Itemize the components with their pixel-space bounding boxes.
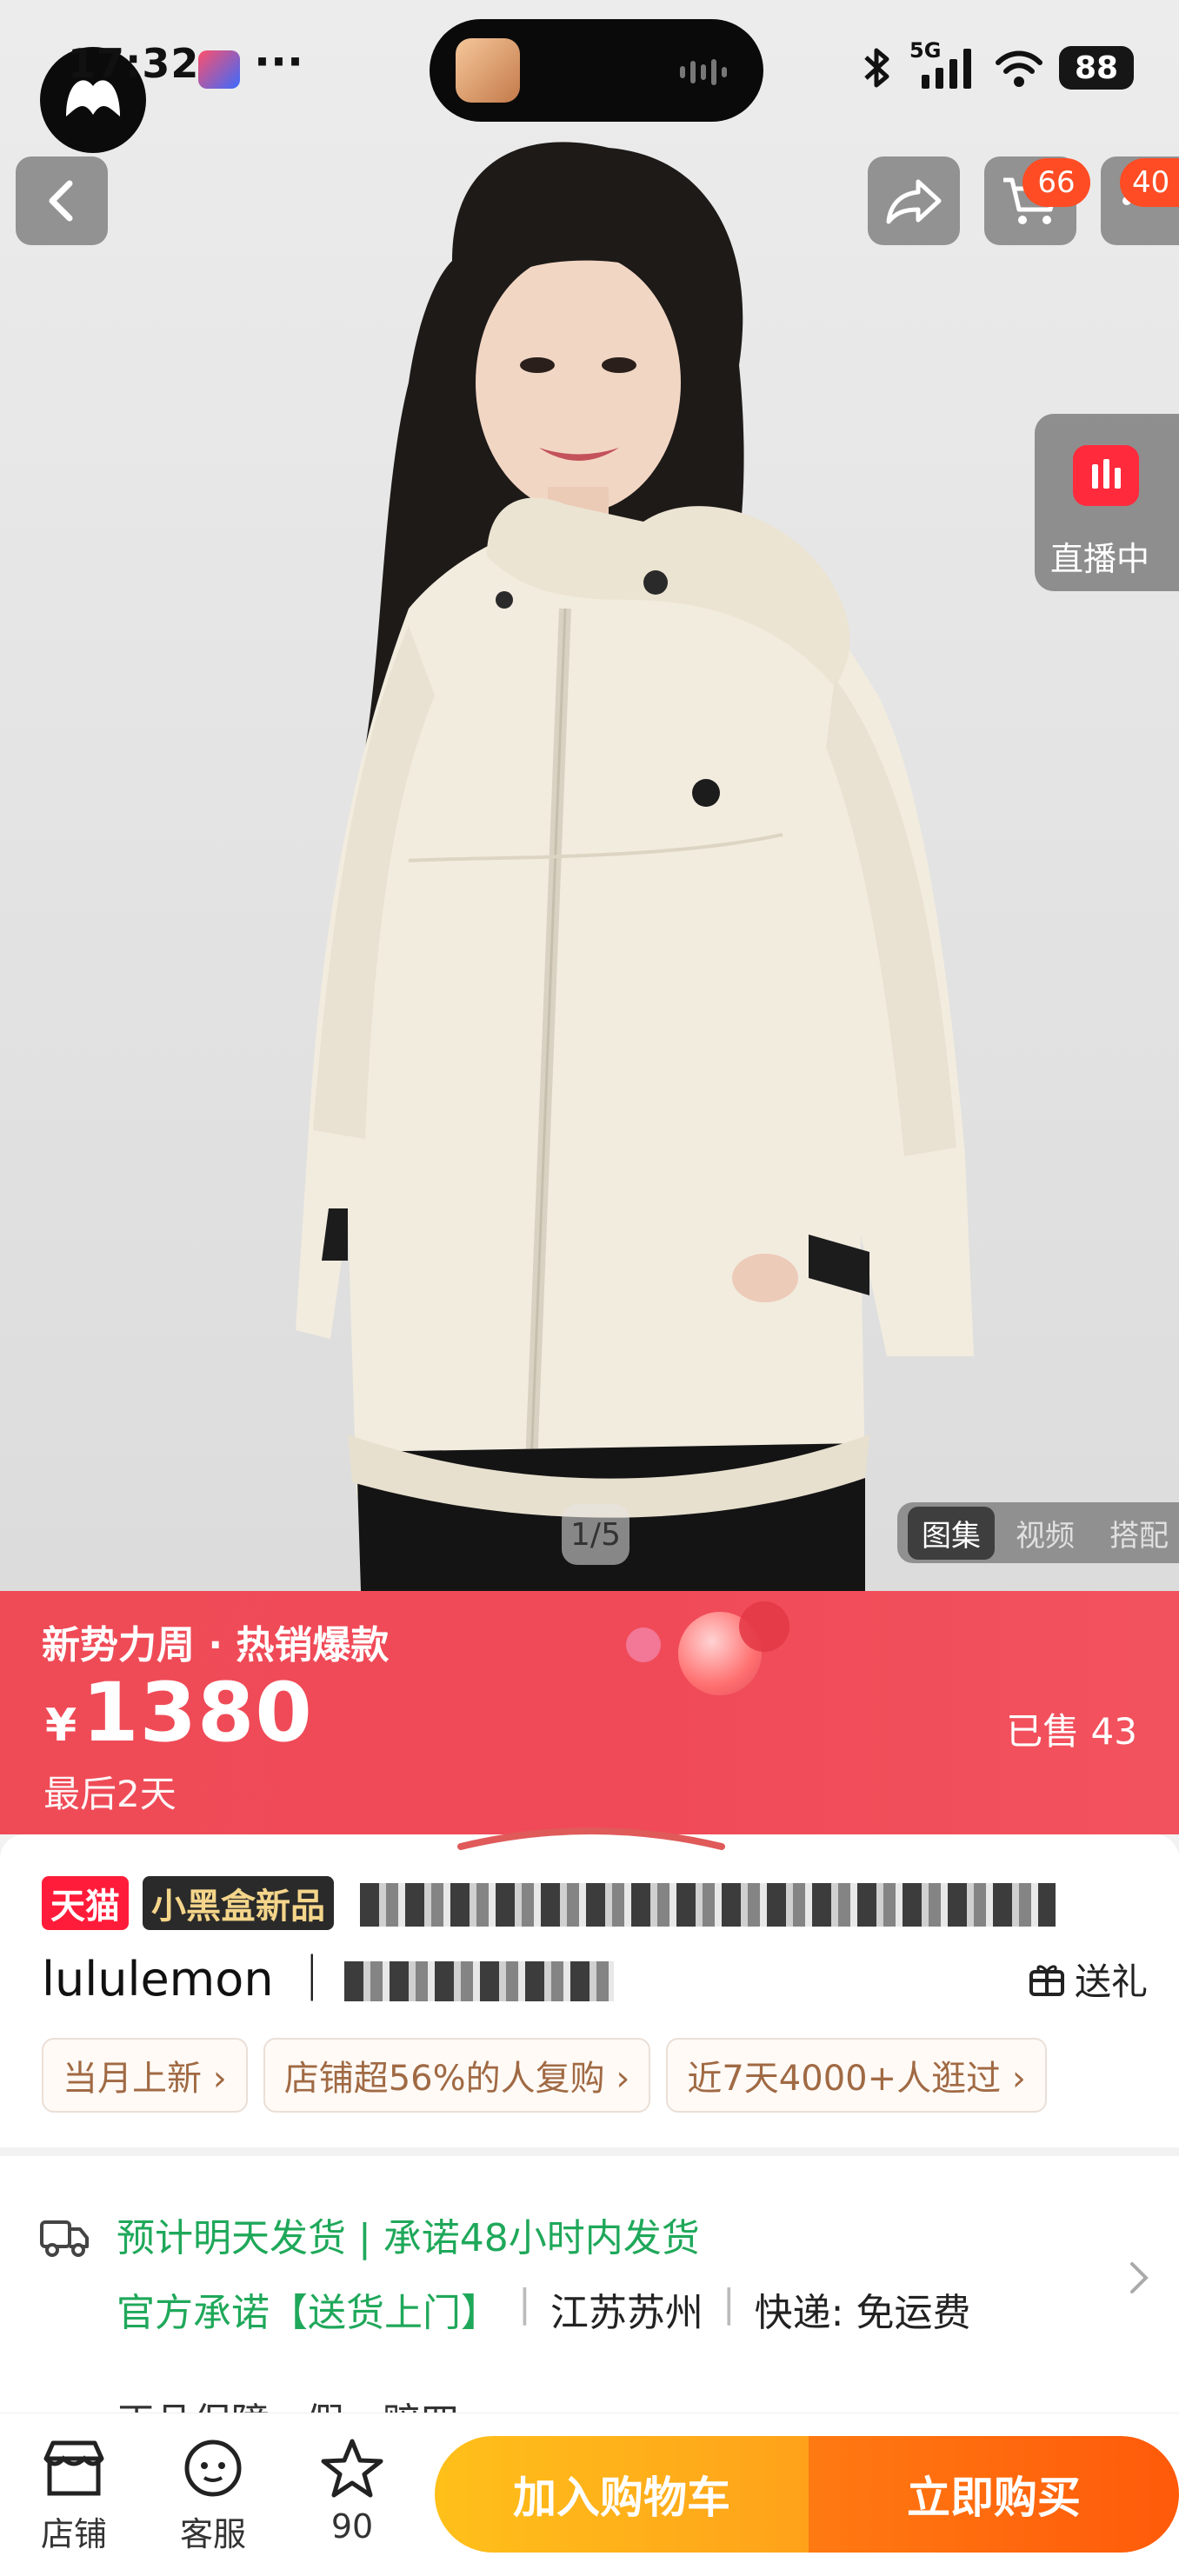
favorite-count: 90 — [330, 2507, 374, 2546]
highlight-chip[interactable]: 近7天4000+人逛过 › — [666, 2038, 1047, 2113]
live-stream-card[interactable]: 直播中 — [1035, 414, 1179, 591]
tab-outfit[interactable]: 搭配 — [1096, 1507, 1179, 1560]
product-name: lululemon ｜ — [42, 1952, 336, 2007]
buy-now-button[interactable]: 立即购买 — [809, 2436, 1179, 2553]
store-label: 店铺 — [40, 2515, 107, 2553]
store-button[interactable]: 店铺 — [17, 2438, 130, 2555]
promo-banner: 新势力周 · 热销爆款 ¥ 1380 已售 43 最后2天 — [0, 1591, 1179, 1834]
promo-title: 新势力周 · 热销爆款 — [42, 1623, 390, 1667]
status-icons: 5G 88 — [859, 38, 1134, 94]
back-button[interactable] — [16, 156, 108, 245]
bluetooth-icon — [864, 48, 889, 88]
redacted-title-text — [360, 1883, 1056, 1927]
cellular-signal-icon: 5G — [909, 38, 979, 92]
product-highlights: 当月上新 › 店铺超56%的人复购 › 近7天4000+人逛过 › — [42, 2038, 1047, 2113]
add-to-cart-button[interactable]: 加入购物车 — [435, 2436, 809, 2553]
cart-count-badge: 66 — [1022, 158, 1090, 207]
gift-label: 送礼 — [1074, 1960, 1148, 2003]
currency-symbol: ¥ — [45, 1700, 77, 1752]
price-value: 1380 — [82, 1666, 313, 1761]
gift-button[interactable]: 送礼 — [1028, 1953, 1148, 2006]
days-left: 最后2天 — [43, 1773, 177, 1815]
delivery-truck-icon — [40, 2220, 89, 2257]
tmall-tag: 天猫 — [42, 1876, 129, 1930]
star-icon — [321, 2439, 383, 2498]
status-bar: 17:32 ··· 5G 88 — [0, 0, 1179, 153]
shipping-details: 官方承诺【送货上门】 | 江苏苏州 | 快递: 免运费 — [117, 2281, 970, 2337]
highlight-chip[interactable]: 当月上新 › — [42, 2038, 248, 2113]
delivery-promise: 官方承诺【送货上门】 — [117, 2291, 499, 2335]
sold-count: 已售 43 — [1006, 1710, 1137, 1753]
share-arrow-icon — [886, 179, 942, 224]
audio-wave-icon — [680, 59, 727, 85]
live-bars-icon — [1073, 445, 1139, 506]
app-notification-icon — [198, 50, 240, 89]
decor-bubble — [739, 1601, 789, 1652]
highlight-chip[interactable]: 店铺超56%的人复购 › — [263, 2038, 651, 2113]
chevron-left-icon — [49, 180, 73, 222]
divider: | — [722, 2281, 736, 2326]
service-label: 客服 — [179, 2515, 246, 2553]
media-tab-bar: 图集 视频 搭配 — [897, 1502, 1179, 1563]
store-icon — [43, 2440, 104, 2496]
swipe-indicator — [457, 1827, 725, 1850]
share-button[interactable] — [868, 156, 960, 245]
ship-origin: 江苏苏州 — [550, 2291, 703, 2335]
battery-indicator: 88 — [1059, 46, 1134, 90]
chat-face-icon — [184, 2440, 242, 2497]
divider: | — [518, 2281, 531, 2326]
product-photo[interactable]: 17:32 ··· 5G 88 66 40 直播中 1/5 图集 视频 搭配 — [0, 0, 1179, 1591]
product-info: 天猫 小黑盒新品 lululemon ｜ 送礼 当月上新 › 店铺超56%的人复… — [0, 1827, 1179, 2147]
status-time: 17:32 — [68, 40, 200, 87]
message-count-badge: 40 — [1120, 158, 1179, 207]
gift-icon — [1029, 1965, 1064, 1996]
live-label: 直播中 — [1050, 540, 1150, 578]
shipping-estimate: 预计明天发货 | 承诺48小时内发货 — [117, 2216, 700, 2260]
bottom-action-bar: 店铺 客服 90 加入购物车 立即购买 — [0, 2413, 1179, 2576]
redacted-title-text — [344, 1961, 614, 2001]
dynamic-island[interactable] — [430, 19, 763, 122]
decor-bubble — [626, 1627, 661, 1662]
favorite-button[interactable]: 90 — [296, 2438, 409, 2546]
status-more-icon: ··· — [254, 37, 303, 87]
price: ¥ 1380 — [45, 1666, 313, 1761]
wifi-icon — [996, 50, 1042, 87]
tab-gallery[interactable]: 图集 — [908, 1506, 995, 1560]
shipping-fee: 快递: 免运费 — [754, 2291, 971, 2335]
image-counter: 1/5 — [562, 1504, 629, 1565]
customer-service-button[interactable]: 客服 — [157, 2438, 270, 2555]
new-arrival-tag: 小黑盒新品 — [143, 1876, 334, 1930]
chevron-right-icon — [1130, 2262, 1149, 2293]
tab-video[interactable]: 视频 — [1002, 1507, 1089, 1560]
now-playing-thumbnail — [456, 38, 520, 103]
